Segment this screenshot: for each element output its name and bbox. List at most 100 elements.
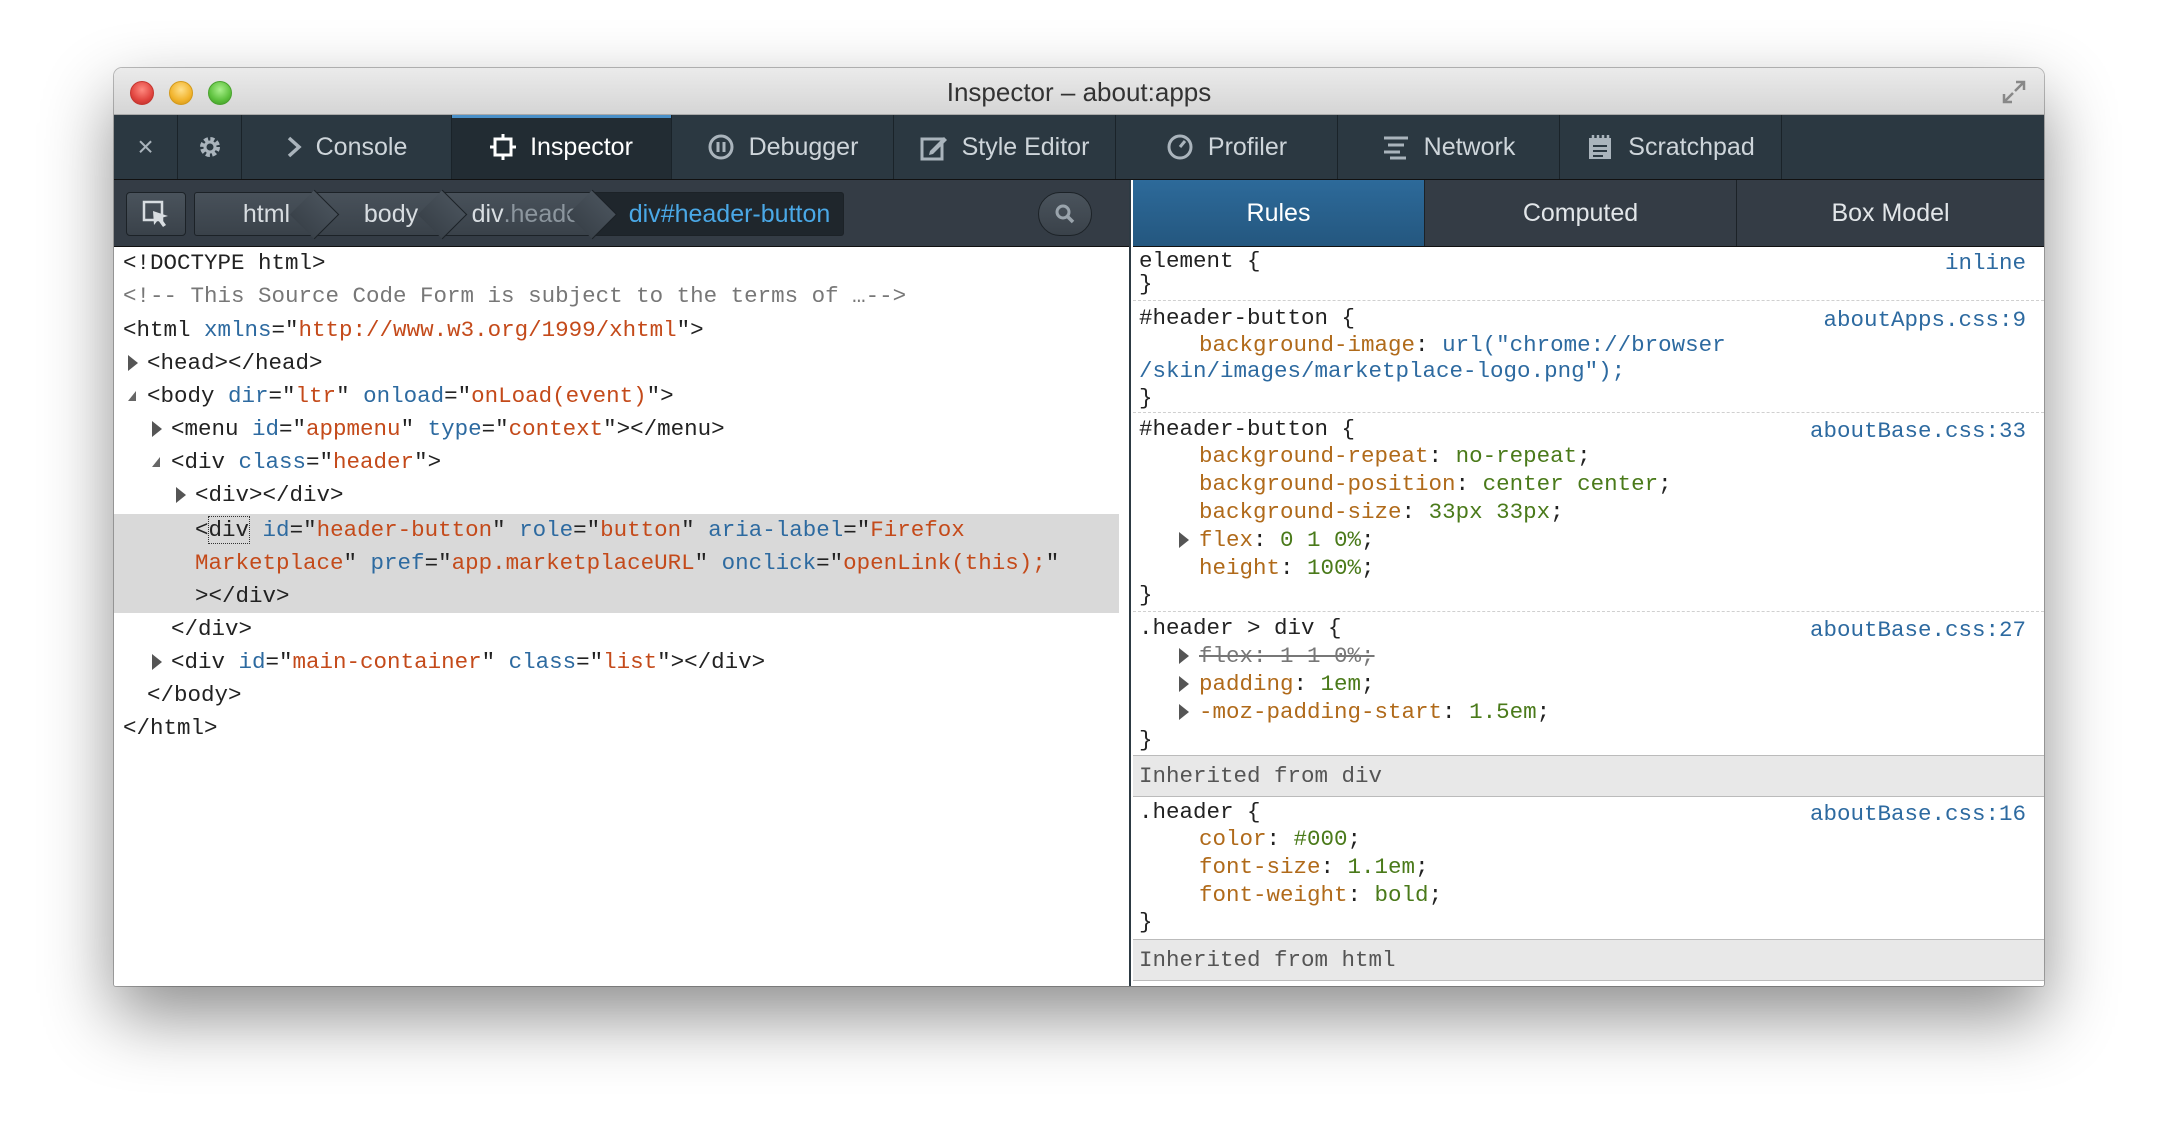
breadcrumb-html[interactable]: html — [194, 192, 316, 236]
fullscreen-icon[interactable] — [2000, 78, 2028, 106]
tab-label: Inspector — [530, 132, 633, 161]
expand-property-toggle[interactable] — [1179, 676, 1189, 692]
rule-selector[interactable]: #header-button { — [1139, 304, 1355, 332]
tab-rules[interactable]: Rules — [1133, 180, 1425, 246]
network-icon — [1383, 136, 1408, 160]
chevron-right-icon — [287, 136, 302, 158]
rule-source-link[interactable]: aboutBase.css:16 — [1810, 800, 2026, 828]
rule-property[interactable]: background-image: url("chrome://browser — [1199, 331, 1726, 359]
rules-view: element { inline } #header-button { abou… — [1133, 247, 2044, 986]
close-icon: × — [137, 131, 154, 162]
rule-source-link[interactable]: aboutApps.css:9 — [1823, 306, 2026, 334]
tab-debugger[interactable]: Debugger — [672, 115, 894, 179]
pause-circle-icon — [708, 134, 734, 160]
rule-close-brace: } — [1139, 582, 1153, 608]
collapse-body-toggle[interactable] — [128, 391, 136, 401]
inspector-icon — [490, 134, 517, 160]
expand-head-toggle[interactable] — [128, 355, 138, 371]
tab-inspector[interactable]: Inspector — [452, 115, 672, 179]
rule-close-brace: } — [1139, 727, 1153, 753]
markup-panel: html body div .header div #header-button <… — [114, 180, 1131, 986]
expand-property-toggle[interactable] — [1179, 648, 1189, 664]
rule-property[interactable]: font-size: 1.1em; — [1199, 853, 1429, 881]
tab-scratchpad[interactable]: Scratchpad — [1560, 115, 1782, 179]
rule-selector[interactable]: .header { — [1139, 798, 1261, 826]
notepad-icon — [1589, 135, 1612, 159]
rule-close-brace: } — [1139, 385, 1153, 411]
selected-node-line-2[interactable]: Marketplace" pref="app.marketplaceURL" o… — [195, 547, 1059, 580]
tab-network[interactable]: Network — [1338, 115, 1560, 179]
sidebar-panel: Rules Computed Box Model element { inlin… — [1133, 180, 2044, 986]
tab-style-editor[interactable]: Style Editor — [894, 115, 1116, 179]
close-header-div[interactable]: </div> — [171, 613, 252, 646]
close-body[interactable]: </body> — [147, 679, 242, 712]
sidebar-tabs: Rules Computed Box Model — [1133, 180, 2044, 247]
expand-menu-toggle[interactable] — [152, 421, 162, 437]
tab-label: Style Editor — [961, 132, 1090, 161]
doctype-node[interactable]: <!DOCTYPE html> — [123, 247, 326, 280]
search-icon — [1055, 204, 1075, 224]
tab-label: Profiler — [1207, 132, 1288, 161]
rule-source-link[interactable]: aboutBase.css:27 — [1810, 616, 2026, 644]
header-div-node[interactable]: <div class="header"> — [171, 446, 441, 479]
edit-icon — [920, 137, 947, 161]
body-node[interactable]: <body dir="ltr" onload="onLoad(event)"> — [147, 380, 674, 413]
rule-property[interactable]: background-size: 33px 33px; — [1199, 498, 1564, 526]
expand-property-toggle[interactable] — [1179, 704, 1189, 720]
overridden-property[interactable]: flex: 1 1 0%; — [1199, 642, 1375, 670]
menu-node[interactable]: <menu id="appmenu" type="context"></menu… — [171, 413, 725, 446]
rule-property[interactable]: height: 100%; — [1199, 554, 1375, 582]
rule-selector[interactable]: element { — [1139, 247, 1261, 275]
title-bar: Inspector – about:apps — [114, 68, 2044, 115]
tab-label: Network — [1423, 132, 1516, 161]
devtools-toolbar: × Console Inspector Debugger Style Edito… — [114, 115, 2044, 180]
gauge-icon — [1167, 134, 1193, 160]
rule-source-link[interactable]: inline — [1945, 249, 2026, 277]
rule-close-brace: } — [1139, 271, 1153, 297]
tab-computed[interactable]: Computed — [1425, 180, 1737, 246]
window-title: Inspector – about:apps — [946, 77, 1212, 107]
inner-div-node[interactable]: <div></div> — [195, 479, 344, 512]
rule-property[interactable]: font-weight: bold; — [1199, 881, 1442, 909]
close-toolbox-button[interactable]: × — [114, 115, 178, 179]
search-button[interactable] — [1038, 192, 1092, 236]
options-button[interactable] — [178, 115, 242, 179]
tab-label: Debugger — [748, 132, 859, 161]
rule-selector[interactable]: #header-button { — [1139, 415, 1355, 443]
pick-element-icon — [142, 200, 168, 227]
expand-inner-div-toggle[interactable] — [176, 487, 186, 503]
head-node[interactable]: <head></head> — [147, 347, 323, 380]
rule-divider — [1133, 412, 2044, 413]
collapse-header-toggle[interactable] — [152, 457, 160, 467]
inherited-header: Inherited from html — [1133, 939, 2044, 981]
rule-property[interactable]: background-position: center center; — [1199, 470, 1672, 498]
expand-main-container-toggle[interactable] — [152, 654, 162, 670]
gear-icon — [199, 137, 220, 157]
close-html[interactable]: </html> — [123, 712, 218, 745]
markup-tree[interactable]: <!DOCTYPE html> <!-- This Source Code Fo… — [114, 247, 1129, 986]
rule-property[interactable]: -moz-padding-start: 1.5em; — [1199, 698, 1550, 726]
element-picker-button[interactable] — [126, 192, 186, 236]
rule-property[interactable]: flex: 0 1 0%; — [1199, 526, 1375, 554]
rule-property[interactable]: background-repeat: no-repeat; — [1199, 442, 1591, 470]
tab-profiler[interactable]: Profiler — [1116, 115, 1338, 179]
tab-box-model[interactable]: Box Model — [1737, 180, 2044, 246]
tab-console[interactable]: Console — [242, 115, 452, 179]
rule-property-cont: /skin/images/marketplace-logo.png"); — [1139, 358, 1626, 384]
rule-divider — [1133, 300, 2044, 301]
devtools-window: Inspector – about:apps × Console Inspect… — [114, 68, 2044, 986]
selected-node-line-3[interactable]: ></div> — [195, 580, 290, 613]
selected-node-line-1[interactable]: <div id="header-button" role="button" ar… — [195, 514, 965, 547]
rule-property[interactable]: color: #000; — [1199, 825, 1361, 853]
breadcrumb-div-header-button[interactable]: div #header-button — [594, 192, 844, 236]
main-container-node[interactable]: <div id="main-container" class="list"></… — [171, 646, 765, 679]
expand-property-toggle[interactable] — [1179, 532, 1189, 548]
tab-label: Console — [315, 132, 408, 161]
html-node[interactable]: <html xmlns="http://www.w3.org/1999/xhtm… — [123, 314, 704, 347]
comment-node[interactable]: <!-- This Source Code Form is subject to… — [123, 280, 906, 313]
rule-selector[interactable]: .header > div { — [1139, 614, 1342, 642]
rule-source-link[interactable]: aboutBase.css:33 — [1810, 417, 2026, 445]
rule-close-brace: } — [1139, 909, 1153, 935]
breadcrumb: html body div .header div #header-button — [114, 180, 1129, 247]
rule-property[interactable]: padding: 1em; — [1199, 670, 1375, 698]
